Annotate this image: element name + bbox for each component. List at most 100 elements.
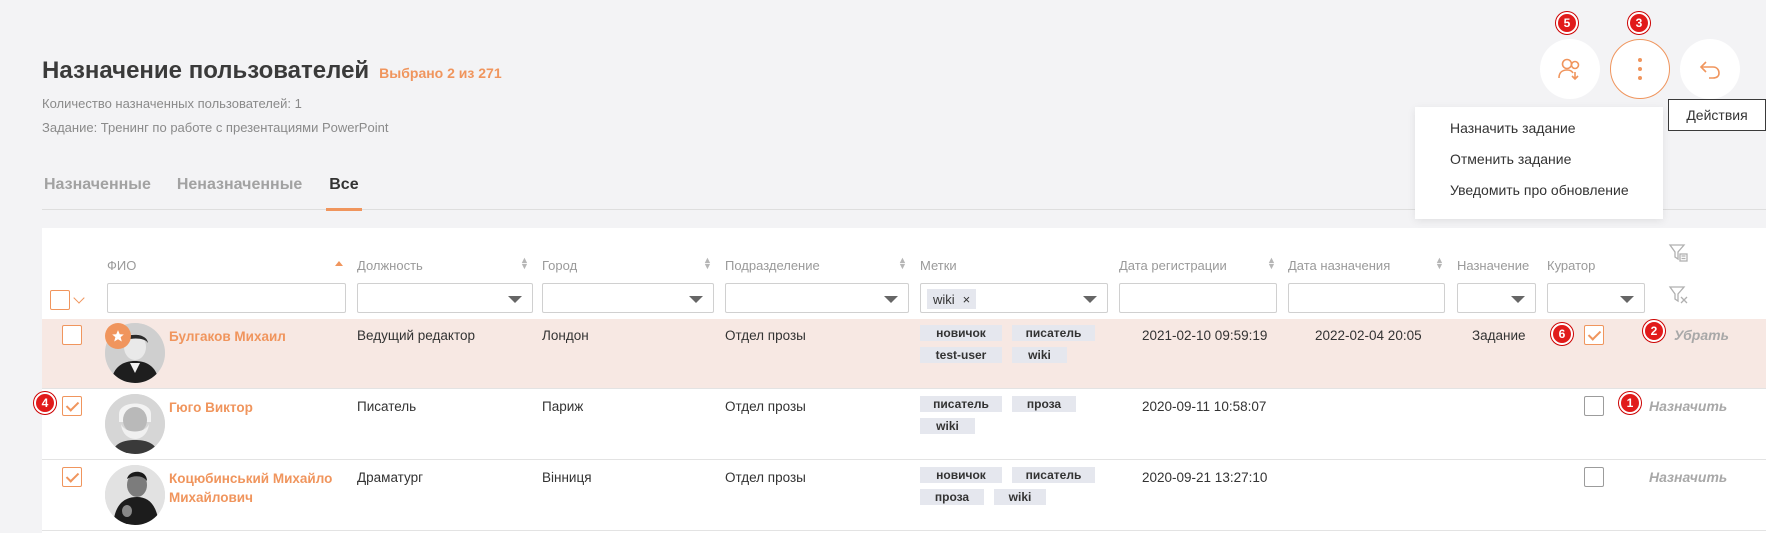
tab-unassigned[interactable]: Неназначенные bbox=[175, 168, 304, 210]
table-row[interactable]: Булгаков Михаил Ведущий редактор Лондон … bbox=[42, 319, 1766, 389]
tag-chip: wiki bbox=[1012, 347, 1067, 363]
selected-tag-chip: wiki × bbox=[927, 289, 977, 309]
cell-department: Отдел прозы bbox=[725, 328, 806, 343]
filter-name-input[interactable] bbox=[107, 283, 346, 313]
cell-reg-date: 2020-09-11 10:58:07 bbox=[1142, 399, 1267, 414]
title-row: Назначение пользователей Выбрано 2 из 27… bbox=[42, 57, 502, 85]
selected-tag-label: wiki bbox=[933, 291, 955, 307]
column-header-name[interactable]: ФИО bbox=[107, 258, 136, 273]
undo-icon bbox=[1699, 61, 1720, 79]
tab-all[interactable]: Все bbox=[326, 168, 362, 211]
annotation-badge-6: 6 bbox=[1551, 323, 1573, 345]
annotation-badge-2: 2 bbox=[1643, 320, 1665, 342]
filter-assignment-select[interactable] bbox=[1457, 283, 1536, 313]
filter-tags-select[interactable]: wiki × bbox=[920, 283, 1108, 313]
user-name-link[interactable]: Коцюбинський Михайло Михайлович bbox=[169, 469, 334, 507]
curator-checkbox[interactable] bbox=[1584, 325, 1604, 345]
filter-settings-icon[interactable] bbox=[1668, 242, 1690, 264]
row-select-checkbox[interactable] bbox=[62, 396, 82, 416]
sort-icon[interactable]: ▲ ▼ bbox=[898, 256, 907, 271]
tag-chip: wiki bbox=[994, 489, 1046, 505]
cell-city: Лондон bbox=[542, 328, 589, 343]
cell-city: Вінниця bbox=[542, 470, 592, 485]
cell-reg-date: 2021-02-10 09:59:19 bbox=[1142, 328, 1268, 343]
filter-city-select[interactable] bbox=[542, 283, 714, 313]
cell-city: Париж bbox=[542, 399, 584, 414]
task-info: Задание: Тренинг по работе с презентация… bbox=[42, 120, 389, 135]
tag-chip: писатель bbox=[1012, 325, 1095, 341]
cell-position: Ведущий редактор bbox=[357, 328, 475, 343]
chevron-down-icon bbox=[1511, 296, 1525, 303]
remove-tag-icon[interactable]: × bbox=[963, 292, 971, 307]
tag-chip: wiki bbox=[920, 418, 975, 434]
chevron-down-icon bbox=[1620, 296, 1634, 303]
menu-item-notify-update[interactable]: Уведомить про обновление bbox=[1415, 182, 1663, 213]
user-name-link[interactable]: Гюго Виктор bbox=[169, 398, 334, 417]
filter-assign-date-input[interactable] bbox=[1288, 283, 1445, 313]
column-header-department[interactable]: Подразделение bbox=[725, 258, 820, 273]
filter-position-select[interactable] bbox=[357, 283, 533, 313]
column-header-city[interactable]: Город bbox=[542, 258, 577, 273]
tag-chip: test-user bbox=[920, 347, 1002, 363]
chevron-down-icon bbox=[508, 296, 522, 303]
selected-count: Выбрано 2 из 271 bbox=[379, 65, 502, 81]
filter-department-select[interactable] bbox=[725, 283, 909, 313]
menu-item-assign-task[interactable]: Назначить задание bbox=[1415, 120, 1663, 151]
cell-reg-date: 2020-09-21 13:27:10 bbox=[1142, 470, 1268, 485]
avatar bbox=[105, 465, 165, 525]
annotation-badge-3: 3 bbox=[1628, 12, 1650, 34]
actions-dropdown: Назначить задание Отменить задание Уведо… bbox=[1415, 107, 1663, 219]
cell-department: Отдел прозы bbox=[725, 399, 806, 414]
more-vertical-icon bbox=[1638, 58, 1642, 80]
back-button[interactable] bbox=[1680, 39, 1740, 99]
tag-chip: новичок bbox=[920, 325, 1002, 341]
avatar bbox=[105, 394, 165, 454]
tag-chip: писатель bbox=[1012, 467, 1095, 483]
sort-icon[interactable]: ▲ ▼ bbox=[703, 256, 712, 271]
annotation-badge-1: 1 bbox=[1619, 392, 1641, 414]
annotation-badge-5: 5 bbox=[1556, 12, 1578, 34]
curator-checkbox[interactable] bbox=[1584, 396, 1604, 416]
users-assign-button[interactable] bbox=[1540, 39, 1600, 99]
sort-icon[interactable]: ▲ ▼ bbox=[520, 256, 529, 271]
sort-icon[interactable]: ▲ ▼ bbox=[1267, 256, 1276, 271]
select-all-checkbox[interactable] bbox=[50, 290, 70, 310]
chevron-down-icon[interactable] bbox=[73, 292, 85, 304]
tag-chip: писатель bbox=[920, 396, 1002, 412]
tag-chip: проза bbox=[920, 489, 984, 505]
column-header-assign-date[interactable]: Дата назначения bbox=[1288, 258, 1390, 273]
table-row[interactable]: Коцюбинський Михайло Михайлович Драматур… bbox=[42, 461, 1766, 531]
curator-checkbox[interactable] bbox=[1584, 467, 1604, 487]
tab-assigned[interactable]: Назначенные bbox=[42, 168, 153, 210]
assign-button[interactable]: Назначить bbox=[1649, 398, 1727, 414]
filter-curator-select[interactable] bbox=[1547, 283, 1645, 313]
user-name-link[interactable]: Булгаков Михаил bbox=[169, 327, 334, 346]
row-select-checkbox[interactable] bbox=[62, 467, 82, 487]
assign-button[interactable]: Назначить bbox=[1649, 469, 1727, 485]
column-header-reg-date[interactable]: Дата регистрации bbox=[1119, 258, 1227, 273]
page-title: Назначение пользователей bbox=[42, 57, 370, 84]
annotation-badge-4: 4 bbox=[34, 392, 56, 414]
filter-clear-icon[interactable] bbox=[1668, 284, 1690, 306]
chevron-down-icon bbox=[884, 296, 898, 303]
remove-button[interactable]: Убрать bbox=[1674, 327, 1729, 343]
users-table: ФИО Должность ▲ ▼ Город ▲ ▼ Подразделение … bbox=[34, 228, 1766, 533]
users-icon bbox=[1558, 58, 1580, 81]
tag-chip: новичок bbox=[920, 467, 1002, 483]
cell-department: Отдел прозы bbox=[725, 470, 806, 485]
row-select-checkbox[interactable] bbox=[62, 325, 82, 345]
menu-item-cancel-task[interactable]: Отменить задание bbox=[1415, 151, 1663, 182]
sort-asc-icon[interactable] bbox=[335, 261, 343, 266]
star-icon bbox=[105, 323, 131, 349]
actions-menu-button[interactable] bbox=[1610, 39, 1670, 99]
cell-assign-date: 2022-02-04 20:05 bbox=[1315, 328, 1422, 343]
table-row[interactable]: Гюго Виктор Писатель Париж Отдел прозы п… bbox=[42, 390, 1766, 460]
actions-tooltip: Действия bbox=[1668, 99, 1766, 131]
assigned-count-info: Количество назначенных пользователей: 1 bbox=[42, 96, 302, 111]
filter-reg-date-input[interactable] bbox=[1119, 283, 1277, 313]
cell-assignment: Задание bbox=[1472, 328, 1526, 343]
column-header-tags: Метки bbox=[920, 258, 957, 273]
column-header-position[interactable]: Должность bbox=[357, 258, 423, 273]
sort-icon[interactable]: ▲ ▼ bbox=[1435, 256, 1444, 271]
cell-position: Драматург bbox=[357, 470, 424, 485]
